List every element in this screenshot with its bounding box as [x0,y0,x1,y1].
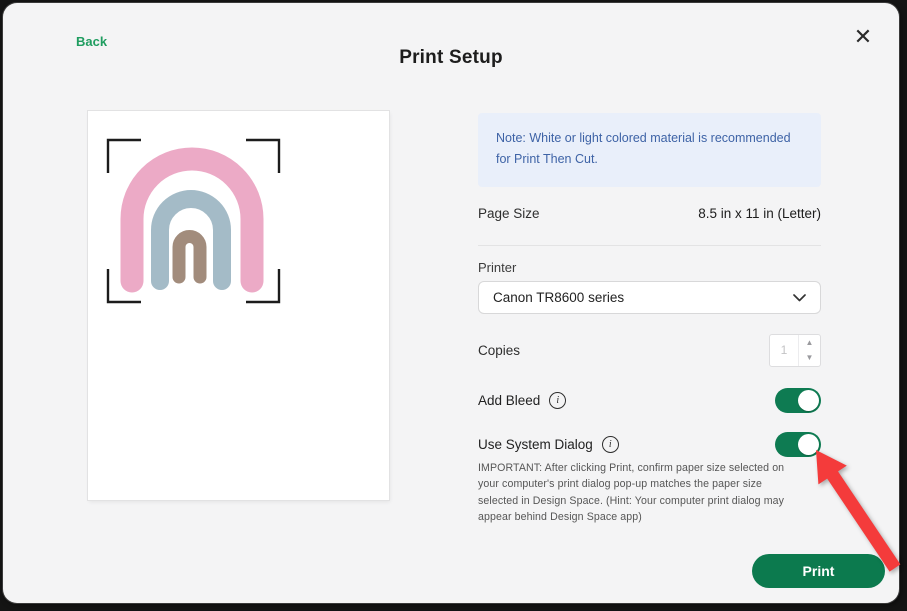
settings-column: Note: White or light colored material is… [478,3,821,603]
use-system-dialog-toggle[interactable] [775,432,821,457]
toggle-knob [798,390,819,411]
use-system-dialog-row: Use System Dialog i [478,432,821,457]
print-setup-dialog: Back Print Setup ✕ Note: White or light … [3,3,899,603]
toggle-knob [798,434,819,455]
add-bleed-toggle[interactable] [775,388,821,413]
chevron-down-icon [793,294,806,302]
copies-stepper[interactable]: ▲ ▼ [769,334,821,367]
important-note: IMPORTANT: After clicking Print, confirm… [478,460,796,526]
copies-label: Copies [478,343,520,358]
use-system-dialog-label: Use System Dialog [478,437,593,452]
printer-label: Printer [478,260,516,275]
note-banner: Note: White or light colored material is… [478,113,821,187]
copies-increment-icon[interactable]: ▲ [799,335,820,351]
divider [478,245,821,246]
info-icon[interactable]: i [602,436,619,453]
copies-input[interactable] [770,335,798,366]
copies-decrement-icon[interactable]: ▼ [799,350,820,366]
print-preview [88,111,389,500]
info-icon[interactable]: i [549,392,566,409]
print-button[interactable]: Print [752,554,885,588]
page-size-label: Page Size [478,206,540,221]
copies-row: Copies ▲ ▼ [478,333,821,367]
add-bleed-label: Add Bleed [478,393,540,408]
close-icon[interactable]: ✕ [847,21,879,53]
printer-dropdown[interactable]: Canon TR8600 series [478,281,821,314]
add-bleed-row: Add Bleed i [478,388,821,413]
printer-selected-value: Canon TR8600 series [493,290,624,305]
rainbow-artwork [132,159,252,281]
note-text: Note: White or light colored material is… [496,128,803,171]
page-size-value: 8.5 in x 11 in (Letter) [698,206,821,221]
page-size-row: Page Size 8.5 in x 11 in (Letter) [478,206,821,221]
